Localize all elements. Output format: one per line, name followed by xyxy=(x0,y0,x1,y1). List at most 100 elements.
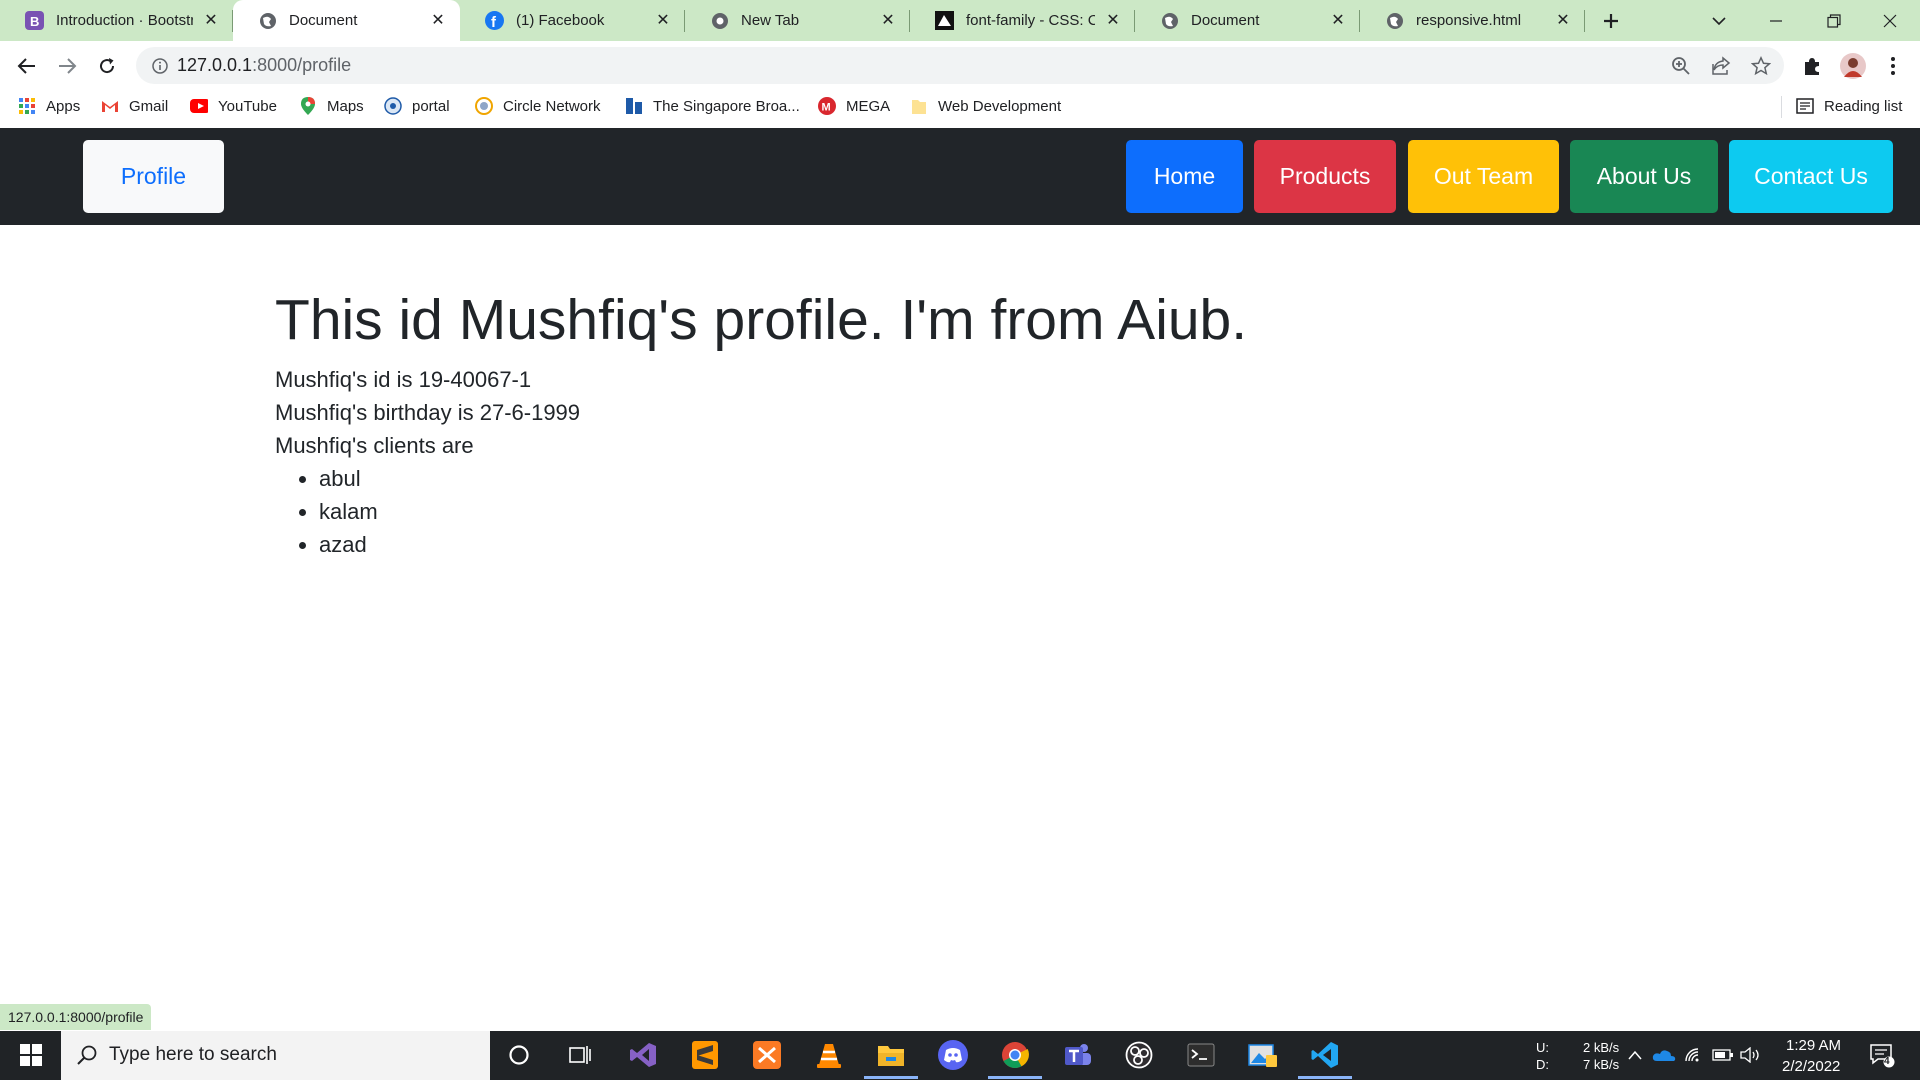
bookmark-apps[interactable]: Apps xyxy=(18,90,80,122)
taskbar-search-box[interactable]: Type here to search xyxy=(61,1031,490,1080)
tab-font-family[interactable]: font-family - CSS: Cascading ✕ xyxy=(910,0,1135,41)
tab-document[interactable]: Document ✕ xyxy=(1135,0,1360,41)
bookmark-label: portal xyxy=(412,97,450,115)
products-button[interactable]: Products xyxy=(1254,140,1396,213)
notification-count-badge: 4 xyxy=(1884,1056,1890,1067)
volume-tray[interactable] xyxy=(1738,1036,1764,1074)
back-button[interactable] xyxy=(10,49,44,83)
xampp-app[interactable] xyxy=(748,1036,786,1074)
wifi-tray[interactable] xyxy=(1681,1036,1707,1074)
browser-toolbar: 127.0.0.1:8000/profile xyxy=(0,41,1920,90)
menu-button[interactable] xyxy=(1876,49,1910,83)
profile-avatar-button[interactable] xyxy=(1836,49,1870,83)
close-icon[interactable]: ✕ xyxy=(428,11,448,31)
bookmark-singapore[interactable]: The Singapore Broa... xyxy=(625,90,800,122)
net-down-label: D: xyxy=(1536,1057,1549,1072)
bookmark-maps[interactable]: Maps xyxy=(299,90,364,122)
discord-app[interactable] xyxy=(934,1036,972,1074)
bookmark-mega[interactable]: M MEGA xyxy=(818,90,890,122)
vlc-app[interactable] xyxy=(810,1036,848,1074)
reading-list-button[interactable]: Reading list xyxy=(1796,90,1902,122)
our-team-button[interactable]: Out Team xyxy=(1408,140,1559,213)
bookmark-web-development[interactable]: Web Development xyxy=(910,90,1061,122)
address-bar[interactable]: 127.0.0.1:8000/profile xyxy=(136,47,1784,84)
tab-bootstrap[interactable]: B Introduction · Bootstrap ✕ xyxy=(0,0,233,41)
vscode-app[interactable] xyxy=(1298,1036,1352,1079)
bookmark-label: Apps xyxy=(46,97,81,115)
cortana-button[interactable] xyxy=(500,1036,538,1074)
close-icon[interactable]: ✕ xyxy=(1553,11,1573,31)
close-icon[interactable]: ✕ xyxy=(1328,11,1348,31)
task-view-button[interactable] xyxy=(561,1036,599,1074)
reload-button[interactable] xyxy=(90,49,124,83)
bootstrap-icon: B xyxy=(25,11,44,30)
close-icon[interactable]: ✕ xyxy=(878,11,898,31)
cortana-circle-icon xyxy=(509,1045,529,1065)
share-icon[interactable] xyxy=(1710,55,1732,77)
battery-tray[interactable] xyxy=(1710,1036,1736,1074)
restore-button[interactable] xyxy=(1814,0,1854,41)
visual-studio-icon xyxy=(630,1043,656,1067)
task-view-icon xyxy=(569,1046,591,1064)
new-tab-button[interactable] xyxy=(1592,0,1630,41)
notification-center-button[interactable]: 4 xyxy=(1862,1036,1902,1074)
tab-search-button[interactable] xyxy=(1700,0,1738,41)
tab-title: font-family - CSS: Cascading xyxy=(966,12,1095,29)
terminal-app[interactable] xyxy=(1182,1036,1220,1074)
sublime-text-app[interactable] xyxy=(686,1036,724,1074)
zoom-icon[interactable] xyxy=(1670,55,1692,77)
singapore-icon xyxy=(625,97,643,115)
clock-date[interactable]: 2/2/2022 xyxy=(1782,1058,1840,1075)
close-icon[interactable]: ✕ xyxy=(653,11,673,31)
visual-studio-app[interactable] xyxy=(624,1036,662,1074)
minimize-button[interactable] xyxy=(1756,0,1796,41)
show-hidden-icons-button[interactable] xyxy=(1623,1036,1647,1074)
profile-content: This id Mushfiq's profile. I'm from Aiub… xyxy=(275,285,1247,561)
obs-app[interactable] xyxy=(1120,1036,1158,1074)
home-button[interactable]: Home xyxy=(1126,140,1243,213)
star-icon[interactable] xyxy=(1750,55,1772,77)
info-icon[interactable] xyxy=(149,55,171,77)
mega-icon: M xyxy=(818,97,836,115)
start-button[interactable] xyxy=(12,1036,50,1074)
youtube-icon xyxy=(190,97,208,115)
facebook-icon: f xyxy=(485,11,504,30)
chrome-app[interactable] xyxy=(988,1036,1042,1079)
bookmark-circle-network[interactable]: Circle Network xyxy=(475,90,601,122)
reading-list-icon xyxy=(1796,97,1814,115)
photos-app[interactable] xyxy=(1244,1036,1282,1074)
list-item: azad xyxy=(319,528,1247,561)
notification-icon xyxy=(1870,1044,1895,1068)
close-window-button[interactable] xyxy=(1870,0,1910,41)
windows-taskbar: Type here to search U: D: 2 kB/s 7 kB/s … xyxy=(0,1031,1920,1080)
close-icon xyxy=(1883,14,1897,27)
bookmark-youtube[interactable]: YouTube xyxy=(190,90,277,122)
arrow-left-icon xyxy=(17,58,35,74)
tab-responsive[interactable]: responsive.html ✕ xyxy=(1360,0,1585,41)
photos-icon xyxy=(1248,1044,1277,1067)
forward-button[interactable] xyxy=(50,49,84,83)
maps-icon xyxy=(299,97,317,115)
teams-app[interactable] xyxy=(1058,1036,1096,1074)
battery-icon xyxy=(1712,1049,1733,1061)
tab-strip: B Introduction · Bootstrap ✕ Document ✕ … xyxy=(0,0,1920,41)
file-explorer-app[interactable] xyxy=(864,1036,918,1079)
tab-new-tab[interactable]: New Tab ✕ xyxy=(685,0,910,41)
about-us-button[interactable]: About Us xyxy=(1570,140,1718,213)
profile-brand-button[interactable]: Profile xyxy=(83,140,224,213)
bookmark-portal[interactable]: portal xyxy=(384,90,450,122)
vscode-icon xyxy=(1311,1042,1338,1068)
restore-icon xyxy=(1827,13,1841,28)
contact-us-button[interactable]: Contact Us xyxy=(1729,140,1893,213)
bookmark-gmail[interactable]: Gmail xyxy=(101,90,168,122)
circle-network-icon xyxy=(475,97,493,115)
onedrive-tray[interactable] xyxy=(1650,1036,1678,1074)
clock-time[interactable]: 1:29 AM xyxy=(1786,1037,1841,1054)
extensions-button[interactable] xyxy=(1795,49,1829,83)
tab-facebook[interactable]: f (1) Facebook ✕ xyxy=(460,0,685,41)
close-icon[interactable]: ✕ xyxy=(1103,11,1123,31)
net-down-speed: 7 kB/s xyxy=(1583,1057,1620,1072)
close-icon[interactable]: ✕ xyxy=(201,11,221,31)
net-up-label: U: xyxy=(1536,1040,1549,1055)
tab-document-active[interactable]: Document ✕ xyxy=(233,0,460,41)
